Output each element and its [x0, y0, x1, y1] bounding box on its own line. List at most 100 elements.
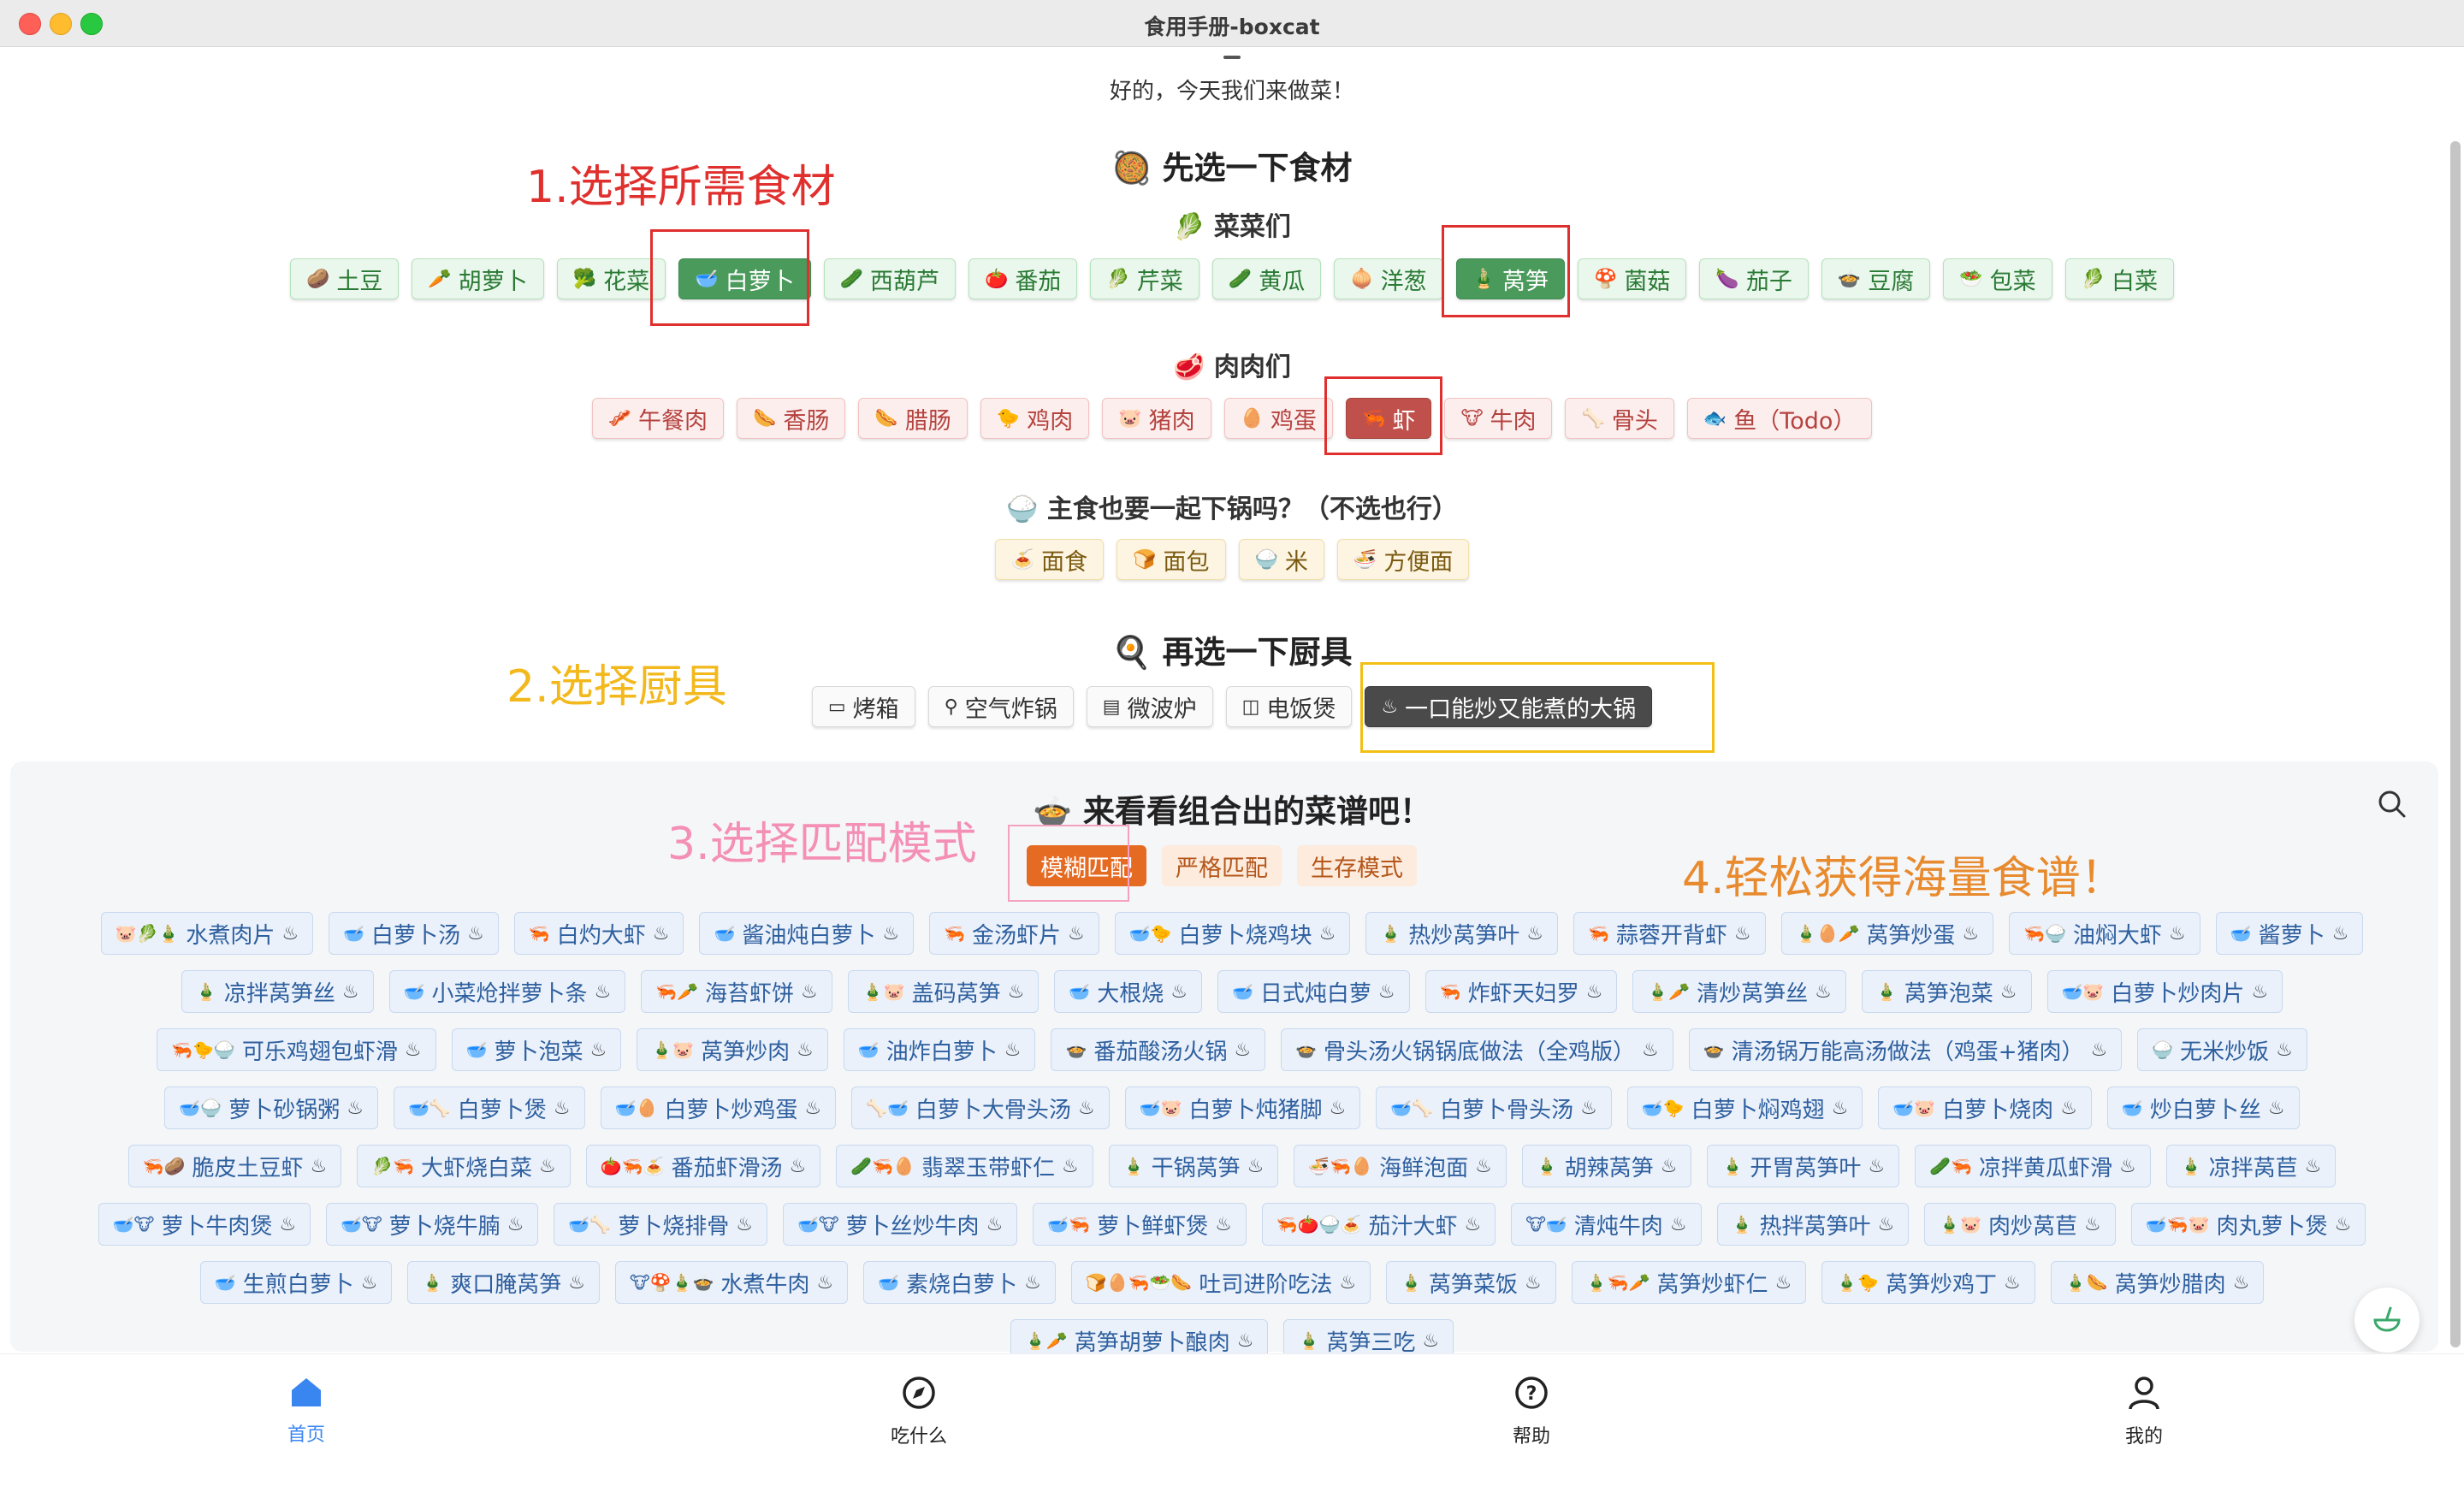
meat-tag[interactable]: 🐷 猪肉	[1102, 398, 1211, 439]
recipe-tag[interactable]: 🎍 爽口腌莴笋 ♨	[407, 1261, 600, 1304]
recipe-tag[interactable]: 🥣🐷 白萝卜烧肉 ♨	[1878, 1086, 2092, 1129]
recipe-tag[interactable]: 🥣🦴 萝卜烧排骨 ♨	[554, 1203, 767, 1246]
recipe-tag[interactable]: 🥣🦴 白萝卜煲 ♨	[393, 1086, 585, 1129]
recipe-tag[interactable]: 🥣 酱萝卜 ♨	[2215, 912, 2364, 955]
recipe-tag[interactable]: 🥣 素烧白萝卜 ♨	[863, 1261, 1056, 1304]
recipe-tag[interactable]: 🎍🐷 盖码莴笋 ♨	[847, 970, 1040, 1013]
recipe-tag[interactable]: 🎍 凉拌莴笋丝 ♨	[181, 970, 374, 1013]
recipe-tag[interactable]: 🥣🐮 萝卜丝炒牛肉 ♨	[782, 1203, 1018, 1246]
meat-tag[interactable]: 🌭 香肠	[737, 398, 846, 439]
recipe-tag[interactable]: 🥣🐮 萝卜牛肉煲 ♨	[98, 1203, 311, 1246]
meat-tag[interactable]: 🦴 骨头	[1565, 398, 1674, 439]
recipe-tag[interactable]: 🥣 小菜炝拌萝卜条 ♨	[388, 970, 626, 1013]
recipe-tag[interactable]: 🦐 金汤虾片 ♨	[929, 912, 1099, 955]
recipe-tag[interactable]: 🍞🥚🦐🥗🌭 吐司进阶吃法 ♨	[1070, 1261, 1371, 1304]
veg-tag[interactable]: 🥔 土豆	[289, 258, 400, 299]
recipe-tag[interactable]: 🦴🥣 白萝卜大骨头汤 ♨	[851, 1086, 1110, 1129]
veg-tag[interactable]: 🥬 芹菜	[1090, 258, 1199, 299]
recipe-tag[interactable]: 🎍 莴笋三吃 ♨	[1283, 1319, 1454, 1357]
recipe-tag[interactable]: 🦐🥔 脆皮土豆虾 ♨	[127, 1145, 342, 1187]
recipe-tag[interactable]: 🦐🍅🍚🍝 茄汁大虾 ♨	[1261, 1203, 1496, 1246]
recipe-tag[interactable]: 🥣🦐 萝卜鲜虾煲 ♨	[1033, 1203, 1247, 1246]
recipe-tag[interactable]: 🎍 莴笋菜饭 ♨	[1386, 1261, 1556, 1304]
recipe-tag[interactable]: 🎍🐷 肉炒莴苣 ♨	[1924, 1203, 2116, 1246]
tool-tag[interactable]: ◫ 电饭煲	[1225, 686, 1353, 727]
veg-tag[interactable]: 🍆 茄子	[1699, 258, 1809, 299]
staple-tag[interactable]: 🍚 米	[1238, 539, 1324, 580]
veg-tag[interactable]: 🥗 包菜	[1943, 258, 2052, 299]
recipe-tag[interactable]: 🐮🥣 清炖牛肉 ♨	[1511, 1203, 1702, 1246]
recipe-tag[interactable]: 🥒🦐🥚 翡翠玉带虾仁 ♨	[836, 1145, 1093, 1187]
recipe-tag[interactable]: 🎍 热炒莴笋叶 ♨	[1365, 912, 1558, 955]
veg-tag[interactable]: 🥬 白菜	[2064, 258, 2175, 299]
recipe-tag[interactable]: 🥣🐷 白萝卜炖猪脚 ♨	[1124, 1086, 1361, 1129]
recipe-tag[interactable]: 🎍 开胃莴笋叶 ♨	[1707, 1145, 1900, 1187]
recipe-tag[interactable]: 🥣 炒白萝卜丝 ♨	[2106, 1086, 2300, 1129]
floating-bowl-button[interactable]	[2354, 1288, 2420, 1353]
staple-tag[interactable]: 🍝 面食	[994, 539, 1105, 580]
meat-tag[interactable]: 🐮 牛肉	[1444, 398, 1553, 439]
recipe-tag[interactable]: 🥬🦐 大虾烧白菜 ♨	[357, 1145, 571, 1187]
recipe-tag[interactable]: 🍲 骨头汤火锅锅底做法（全鸡版） ♨	[1281, 1028, 1673, 1071]
recipe-tag[interactable]: 🍅🦐🍝 番茄虾滑汤 ♨	[585, 1145, 821, 1187]
recipe-tag[interactable]: 🥣 大根烧 ♨	[1054, 970, 1202, 1013]
recipe-tag[interactable]: 🥣🐷 白萝卜炒肉片 ♨	[2046, 970, 2283, 1013]
recipe-tag[interactable]: 🍚 无米炒饭 ♨	[2137, 1028, 2307, 1071]
meat-tag[interactable]: 🥓 午餐肉	[591, 398, 724, 439]
recipe-tag[interactable]: 🥣 萝卜泡菜 ♨	[451, 1028, 622, 1071]
recipe-tag[interactable]: 🥣 酱油炖白萝卜 ♨	[699, 912, 915, 955]
recipe-tag[interactable]: 🦐 蒜蓉开背虾 ♨	[1573, 912, 1766, 955]
recipe-tag[interactable]: 🍲 清汤锅万能高汤做法（鸡蛋+猪肉） ♨	[1688, 1028, 2123, 1071]
staple-tag[interactable]: 🍜 方便面	[1336, 539, 1470, 580]
recipe-tag[interactable]: 🎍 干锅莴笋 ♨	[1108, 1145, 1279, 1187]
tool-tag[interactable]: ▭ 烤箱	[811, 686, 915, 727]
recipe-tag[interactable]: 🎍🐷 莴笋炒肉 ♨	[637, 1028, 828, 1071]
recipe-tag[interactable]: 🥣🥚 白萝卜炒鸡蛋 ♨	[600, 1086, 837, 1129]
recipe-tag[interactable]: 🎍🐤 莴笋炒鸡丁 ♨	[1821, 1261, 2035, 1304]
veg-tag[interactable]: 🧅 洋葱	[1334, 258, 1443, 299]
staple-tag[interactable]: 🍞 面包	[1116, 539, 1226, 580]
recipe-tag[interactable]: 🥣🐤 白萝卜烧鸡块 ♨	[1114, 912, 1351, 955]
recipe-tag[interactable]: 🎍 莴笋泡菜 ♨	[1861, 970, 2032, 1013]
veg-tag[interactable]: 🥕 胡萝卜	[412, 258, 544, 299]
recipe-tag[interactable]: 🎍 胡辣莴笋 ♨	[1521, 1145, 1692, 1187]
recipe-tag[interactable]: 🥣🦐🐷 肉丸萝卜煲 ♨	[2130, 1203, 2366, 1246]
veg-tag[interactable]: 🍅 番茄	[968, 258, 1078, 299]
veg-tag[interactable]: 🍄 菌菇	[1578, 258, 1687, 299]
recipe-tag[interactable]: 🦐🥕 海苔虾饼 ♨	[641, 970, 832, 1013]
recipe-tag[interactable]: 🎍🌭 莴笋炒腊肉 ♨	[2050, 1261, 2265, 1304]
recipe-tag[interactable]: 🥣🐤 白萝卜焖鸡翅 ♨	[1626, 1086, 1863, 1129]
recipe-tag[interactable]: 🎍🦐🥕 莴笋炒虾仁 ♨	[1571, 1261, 1807, 1304]
recipe-tag[interactable]: 🍲 番茄酸汤火锅 ♨	[1051, 1028, 1266, 1071]
tool-tag[interactable]: ▤ 微波炉	[1086, 686, 1213, 727]
recipe-tag[interactable]: 🥣 油炸白萝卜 ♨	[843, 1028, 1036, 1071]
recipe-tag[interactable]: 🎍 凉拌莴苣 ♨	[2165, 1145, 2337, 1187]
recipe-tag[interactable]: 🥣 生煎白萝卜 ♨	[199, 1261, 393, 1304]
recipe-tag[interactable]: 🍜🦐🥚 海鲜泡面 ♨	[1294, 1145, 1507, 1187]
recipe-tag[interactable]: 🐷🥬🎍 水煮肉片 ♨	[100, 912, 314, 955]
recipe-tag[interactable]: 🥣 白萝卜汤 ♨	[329, 912, 499, 955]
nav-what-to-eat[interactable]: 吃什么	[833, 1375, 1004, 1448]
recipe-tag[interactable]: 🎍🥕 莴笋胡萝卜酿肉 ♨	[1010, 1319, 1269, 1357]
match-mode-button[interactable]: 生存模式	[1297, 845, 1417, 886]
meat-tag[interactable]: 🐤 鸡肉	[980, 398, 1090, 439]
recipe-tag[interactable]: 🦐 白灼大虾 ♨	[513, 912, 684, 955]
recipe-tag[interactable]: 🥒🦐 凉拌黄瓜虾滑 ♨	[1915, 1145, 2151, 1187]
recipe-tag[interactable]: 🎍🥕 清炒莴笋丝 ♨	[1632, 970, 1846, 1013]
match-mode-button[interactable]: 严格匹配	[1162, 845, 1282, 886]
veg-tag[interactable]: 🥒 黄瓜	[1211, 258, 1322, 299]
recipe-tag[interactable]: 🥣🍚 萝卜砂锅粥 ♨	[164, 1086, 378, 1129]
recipe-tag[interactable]: 🥣🐮 萝卜烧牛腩 ♨	[326, 1203, 539, 1246]
veg-tag[interactable]: 🍲 豆腐	[1821, 258, 1931, 299]
recipe-tag[interactable]: 🦐🍚 油焖大虾 ♨	[2009, 912, 2200, 955]
veg-tag[interactable]: 🥒 西葫芦	[823, 258, 956, 299]
meat-tag[interactable]: 🌭 腊肠	[858, 398, 968, 439]
nav-home[interactable]: 首页	[221, 1375, 392, 1447]
recipe-tag[interactable]: 🦐🐤🍚 可乐鸡翅包虾滑 ♨	[157, 1028, 436, 1071]
meat-tag[interactable]: 🥚 鸡蛋	[1223, 398, 1334, 439]
scrollbar[interactable]	[2450, 141, 2461, 1347]
recipe-tag[interactable]: 🎍🥚🥕 莴笋炒蛋 ♨	[1780, 912, 1994, 955]
tool-tag[interactable]: ⚲ 空气炸锅	[927, 686, 1074, 727]
recipe-tag[interactable]: 🐮🍄🎍🍲 水煮牛肉 ♨	[615, 1261, 849, 1304]
recipe-tag[interactable]: 🎍 热拌莴笋叶 ♨	[1716, 1203, 1910, 1246]
